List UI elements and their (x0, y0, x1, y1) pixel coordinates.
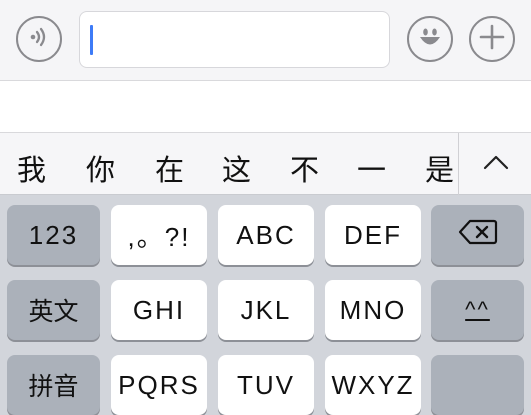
add-button[interactable] (469, 16, 515, 62)
key-ghi[interactable]: GHI (111, 280, 207, 340)
keyboard: 123 ,。?! ABC DEF 英文 GHI JKL MNO ^^ 拼音 PQ… (0, 195, 531, 415)
emoji-icon (415, 22, 445, 56)
delete-button[interactable] (431, 205, 524, 265)
input-toolbar (0, 0, 531, 81)
key-pqrs[interactable]: PQRS (111, 355, 207, 415)
key-jkl[interactable]: JKL (218, 280, 314, 340)
plus-icon (478, 23, 506, 55)
expand-candidates-button[interactable] (458, 133, 531, 195)
text-caret (90, 25, 93, 55)
candidate-item[interactable]: 你 (86, 147, 115, 189)
emoji-button[interactable] (407, 16, 453, 62)
key-return[interactable] (431, 355, 524, 415)
key-punctuation[interactable]: ,。?! (111, 205, 207, 265)
voice-icon (26, 24, 52, 54)
delete-backspace-icon (458, 219, 498, 252)
key-abc[interactable]: ABC (218, 205, 314, 265)
candidate-item[interactable]: 一 (357, 147, 386, 189)
voice-button[interactable] (16, 16, 62, 62)
key-emoticon[interactable]: ^^ (431, 280, 524, 340)
key-mno[interactable]: MNO (325, 280, 421, 340)
candidate-item[interactable]: 我 (17, 147, 46, 189)
message-input[interactable] (79, 11, 390, 68)
candidate-bar: 我 你 在 这 不 一 是 (0, 132, 531, 195)
candidate-item[interactable]: 这 (222, 147, 251, 189)
key-wxyz[interactable]: WXYZ (325, 355, 421, 415)
candidate-item[interactable]: 不 (290, 147, 319, 189)
key-pinyin[interactable]: 拼音 (7, 355, 100, 415)
key-tuv[interactable]: TUV (218, 355, 314, 415)
chevron-up-icon (483, 154, 509, 174)
key-def[interactable]: DEF (325, 205, 421, 265)
key-numbers[interactable]: 123 (7, 205, 100, 265)
compose-area (0, 81, 531, 132)
key-emoticon-label: ^^ (465, 297, 490, 322)
candidate-item[interactable]: 在 (155, 147, 184, 189)
candidate-item[interactable]: 是 (425, 147, 454, 189)
key-english[interactable]: 英文 (7, 280, 100, 340)
